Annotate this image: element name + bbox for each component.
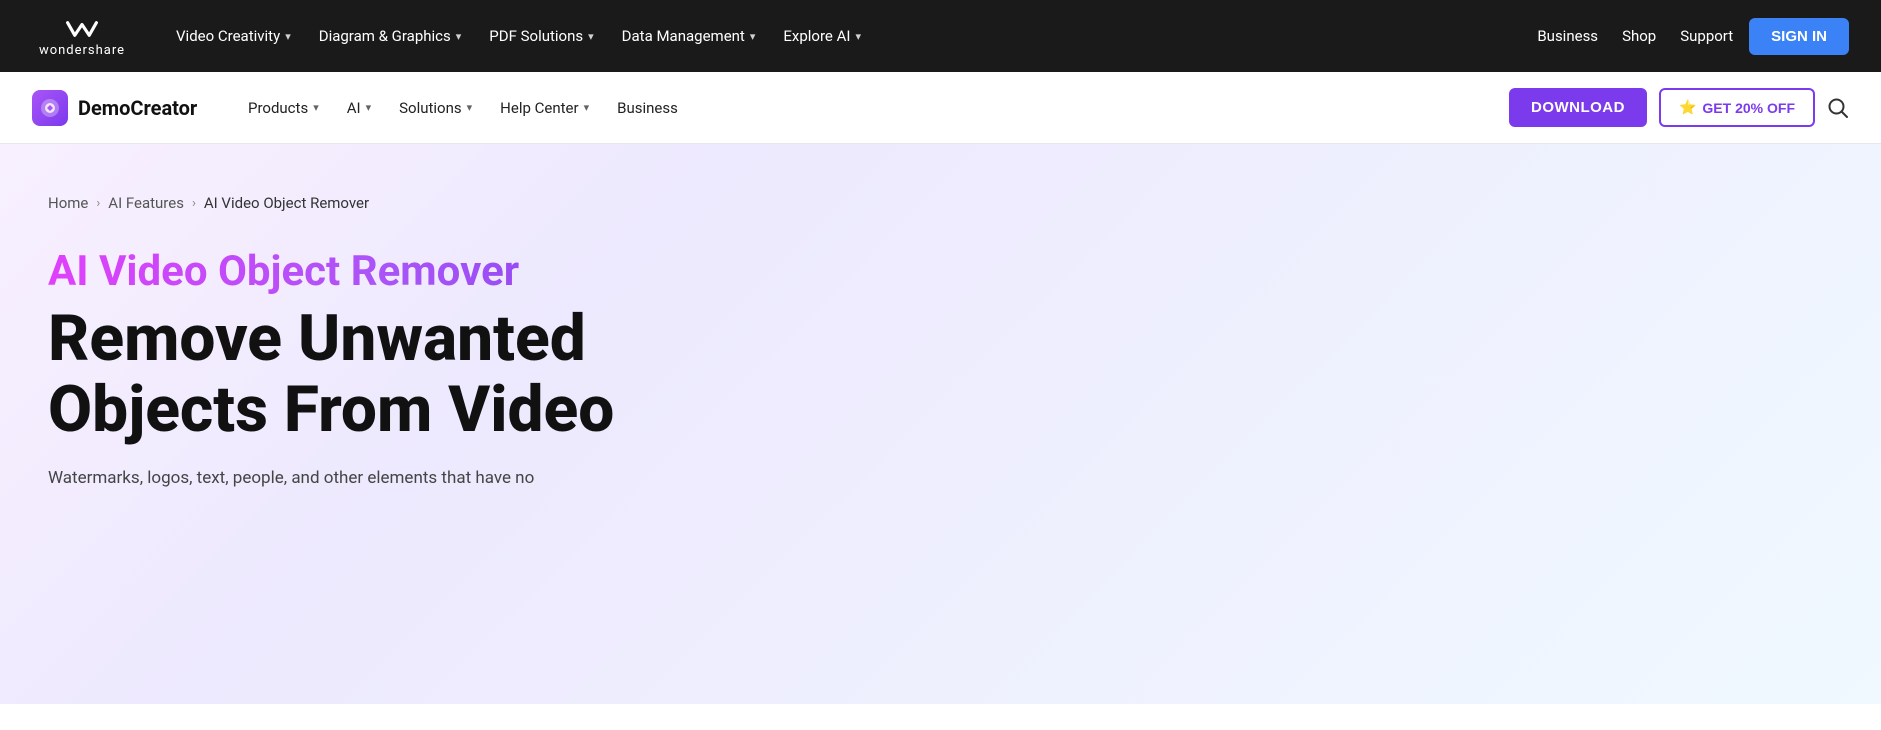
chevron-down-icon: ▾ <box>588 30 594 43</box>
breadcrumb: Home › AI Features › AI Video Object Rem… <box>48 194 748 212</box>
product-name: DemoCreator <box>78 96 197 120</box>
second-navigation: DemoCreator Products ▾ AI ▾ Solutions ▾ … <box>0 72 1881 144</box>
sign-in-button[interactable]: SIGN IN <box>1749 18 1849 55</box>
sec-nav-help-center[interactable]: Help Center ▾ <box>488 91 601 125</box>
sec-nav-products[interactable]: Products ▾ <box>236 91 331 125</box>
chevron-down-icon: ▾ <box>750 30 756 43</box>
top-nav-right: Business Shop Support SIGN IN <box>1529 18 1849 55</box>
chevron-down-icon: ▾ <box>366 101 372 114</box>
breadcrumb-ai-features[interactable]: AI Features <box>108 194 184 212</box>
chevron-down-icon: ▾ <box>313 101 319 114</box>
sec-nav-business[interactable]: Business <box>605 91 690 125</box>
nav-explore-ai[interactable]: Explore AI ▾ <box>771 19 873 53</box>
download-button[interactable]: DOWNLOAD <box>1509 88 1647 127</box>
hero-description: Watermarks, logos, text, people, and oth… <box>48 465 608 492</box>
hero-subtitle: AI Video Object Remover <box>48 248 748 296</box>
wondershare-logo-text: wondershare <box>39 43 125 58</box>
chevron-down-icon: ▾ <box>584 101 590 114</box>
top-nav-links: Video Creativity ▾ Diagram & Graphics ▾ … <box>164 19 1497 53</box>
content-left: Home › AI Features › AI Video Object Rem… <box>48 184 748 492</box>
democreator-logo[interactable]: DemoCreator <box>32 90 212 126</box>
star-icon: ⭐ <box>1679 99 1696 116</box>
breadcrumb-separator: › <box>192 196 196 211</box>
nav-business[interactable]: Business <box>1529 19 1606 53</box>
search-button[interactable] <box>1827 97 1849 119</box>
sec-nav-ai[interactable]: AI ▾ <box>335 91 383 125</box>
chevron-down-icon: ▾ <box>467 101 473 114</box>
chevron-down-icon: ▾ <box>285 30 291 43</box>
democreator-icon-svg <box>39 97 61 119</box>
chevron-down-icon: ▾ <box>456 30 462 43</box>
nav-support[interactable]: Support <box>1672 19 1741 53</box>
wondershare-logo[interactable]: wondershare <box>32 15 132 58</box>
sec-nav-solutions[interactable]: Solutions ▾ <box>387 91 484 125</box>
nav-diagram-graphics[interactable]: Diagram & Graphics ▾ <box>307 19 474 53</box>
second-nav-links: Products ▾ AI ▾ Solutions ▾ Help Center … <box>236 91 1485 125</box>
democreator-logo-icon <box>32 90 68 126</box>
breadcrumb-current: AI Video Object Remover <box>204 194 369 212</box>
nav-shop[interactable]: Shop <box>1614 19 1664 53</box>
nav-pdf-solutions[interactable]: PDF Solutions ▾ <box>477 19 605 53</box>
top-navigation: wondershare Video Creativity ▾ Diagram &… <box>0 0 1881 72</box>
nav-video-creativity[interactable]: Video Creativity ▾ <box>164 19 303 53</box>
wondershare-logo-icon <box>64 15 100 43</box>
second-nav-right: DOWNLOAD ⭐ GET 20% OFF <box>1509 88 1849 127</box>
chevron-down-icon: ▾ <box>855 30 861 43</box>
hero-title: Remove Unwanted Objects From Video <box>48 304 748 445</box>
search-icon <box>1827 97 1849 119</box>
main-content: Home › AI Features › AI Video Object Rem… <box>0 144 1881 704</box>
breadcrumb-home[interactable]: Home <box>48 194 88 212</box>
nav-data-management[interactable]: Data Management ▾ <box>610 19 768 53</box>
discount-button[interactable]: ⭐ GET 20% OFF <box>1659 88 1815 127</box>
breadcrumb-separator: › <box>96 196 100 211</box>
